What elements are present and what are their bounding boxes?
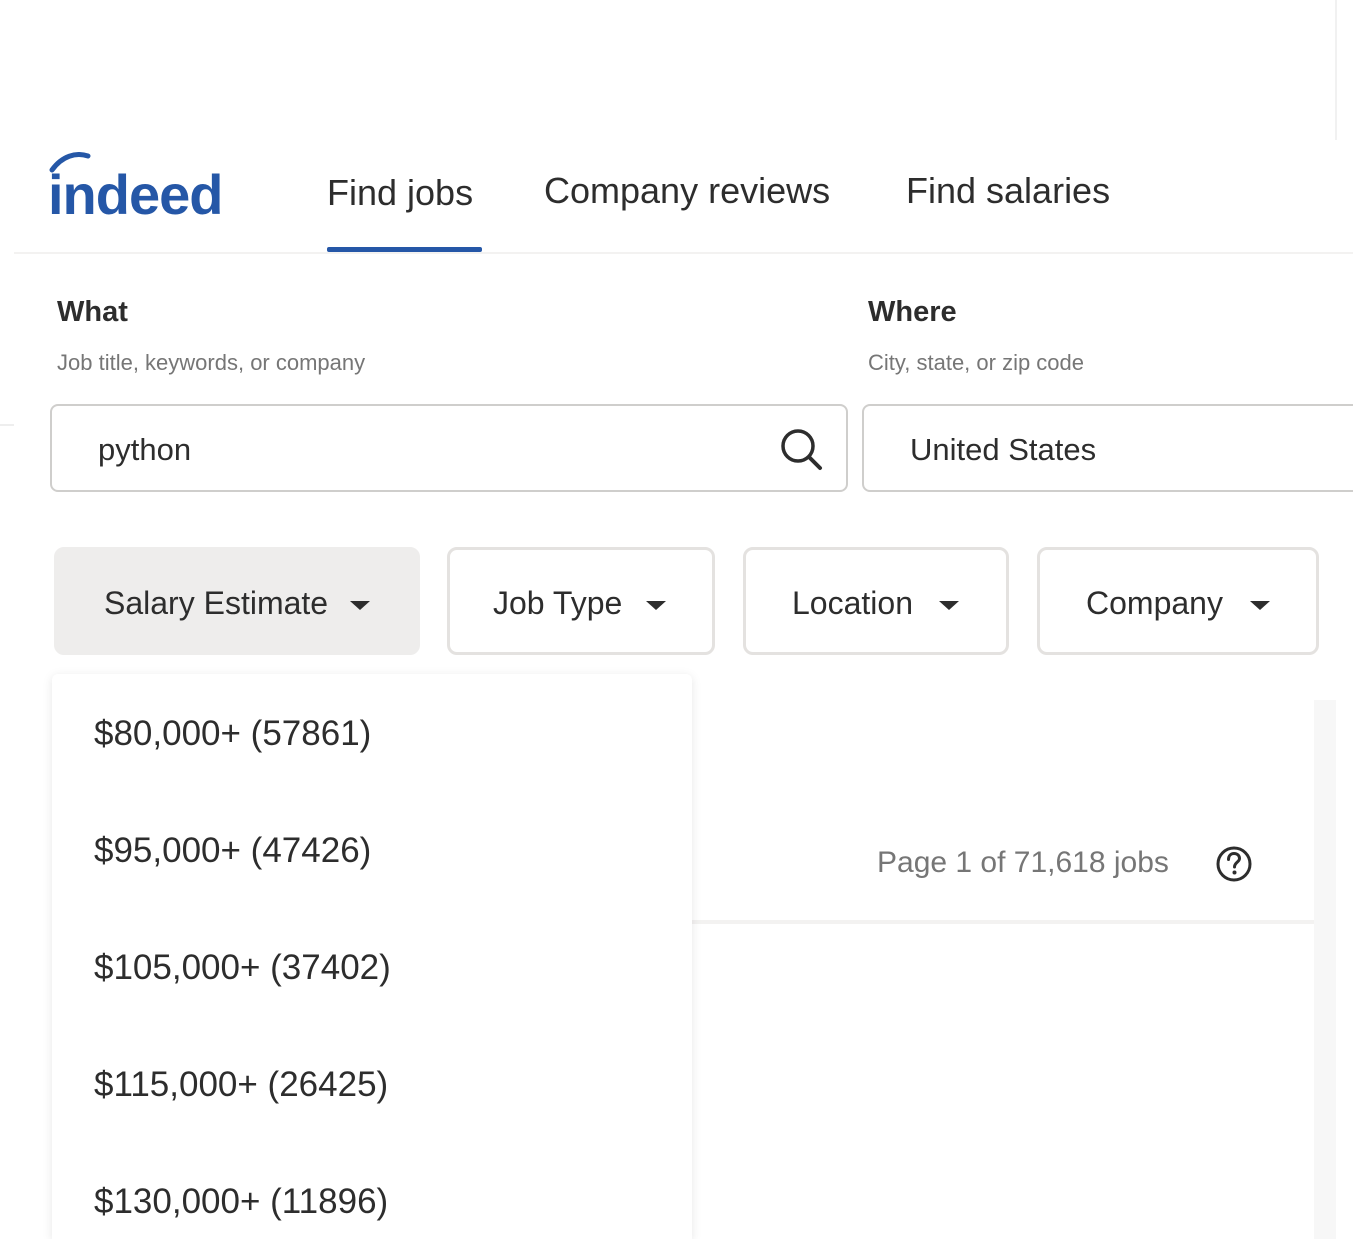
- filter-job-type[interactable]: Job Type: [447, 547, 715, 655]
- caret-down-icon: [939, 601, 959, 610]
- help-circle-icon[interactable]: [1214, 844, 1254, 884]
- indeed-logo[interactable]: indeed: [48, 152, 258, 232]
- where-input-value: United States: [910, 432, 1097, 467]
- salary-dropdown-menu: $80,000+ (57861) $95,000+ (47426) $105,0…: [52, 674, 692, 1239]
- filter-company[interactable]: Company: [1037, 547, 1319, 655]
- salary-option[interactable]: $115,000+ (26425): [94, 1065, 388, 1105]
- salary-option[interactable]: $95,000+ (47426): [94, 831, 371, 871]
- top-blank-area: [0, 0, 1353, 140]
- results-edge: [1314, 700, 1336, 1239]
- salary-option[interactable]: $80,000+ (57861): [94, 714, 371, 754]
- tab-find-salaries[interactable]: Find salaries: [906, 170, 1110, 212]
- filter-location[interactable]: Location: [743, 547, 1009, 655]
- search-icon[interactable]: [778, 426, 824, 472]
- tab-find-jobs[interactable]: Find jobs: [327, 172, 473, 214]
- what-input-value: python: [98, 432, 192, 467]
- filter-label: Location: [792, 585, 913, 621]
- edge-divider: [1335, 0, 1337, 140]
- filter-label: Salary Estimate: [104, 585, 329, 621]
- caret-down-icon: [1250, 601, 1270, 610]
- what-hint: Job title, keywords, or company: [57, 350, 366, 375]
- logo-text: indeed: [48, 163, 222, 226]
- what-label: What: [57, 296, 128, 328]
- caret-down-icon: [646, 601, 666, 610]
- page-count-text: Page 1 of 71,618 jobs: [877, 846, 1169, 879]
- filter-label: Company: [1086, 585, 1223, 621]
- site-header: indeed Find jobs Company reviews Find sa…: [14, 144, 1353, 254]
- results-divider: [692, 920, 1314, 924]
- active-tab-indicator: [327, 247, 482, 252]
- where-location-input[interactable]: United States: [862, 404, 1353, 492]
- tab-company-reviews[interactable]: Company reviews: [544, 170, 830, 212]
- where-label: Where: [868, 296, 957, 328]
- what-search-input[interactable]: python: [50, 404, 848, 492]
- caret-down-icon: [350, 601, 370, 610]
- where-hint: City, state, or zip code: [868, 350, 1085, 375]
- filter-label: Job Type: [493, 585, 623, 621]
- salary-option[interactable]: $130,000+ (11896): [94, 1182, 388, 1222]
- salary-option[interactable]: $105,000+ (37402): [94, 948, 391, 988]
- filter-salary-estimate[interactable]: Salary Estimate: [54, 547, 420, 655]
- edge-divider: [0, 424, 14, 426]
